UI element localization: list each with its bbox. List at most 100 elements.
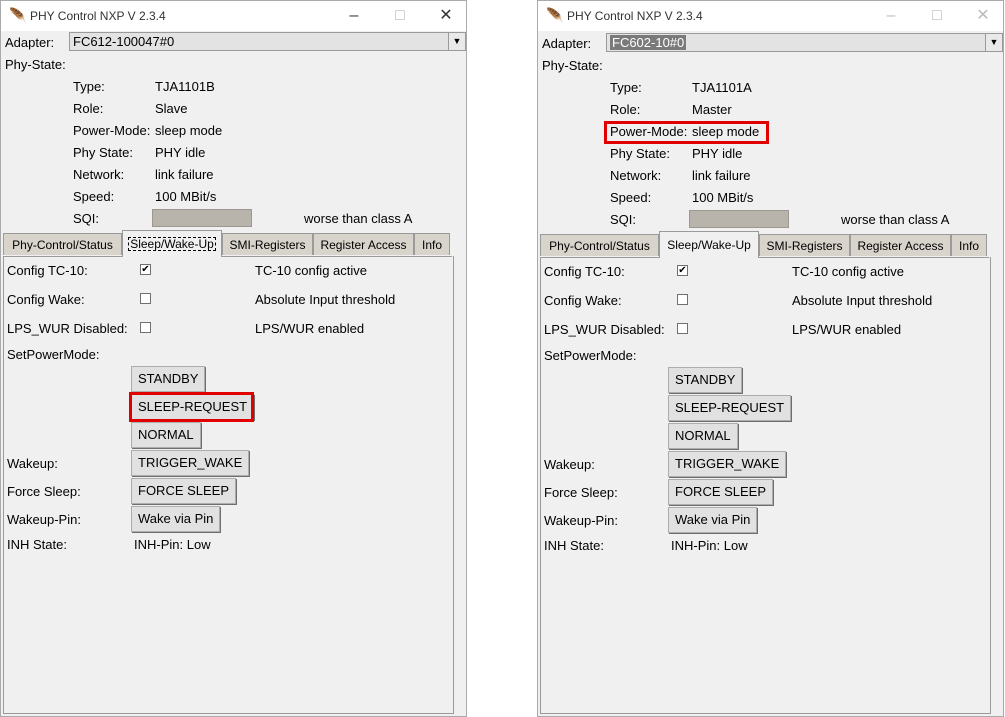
maximize-icon[interactable]: □ [914, 1, 960, 31]
standby-button[interactable]: STANDBY [668, 367, 743, 393]
sqi-bar [152, 209, 252, 227]
wakeup-label: Wakeup: [544, 457, 595, 472]
tab-register-access[interactable]: Register Access [850, 234, 951, 256]
network-label: Network: [73, 167, 125, 182]
title-bar[interactable]: 🪶 PHY Control NXP V 2.3.4 – □ ✕ [1, 1, 466, 31]
sqi-value: worse than class A [841, 212, 950, 227]
type-value: TJA1101A [692, 80, 752, 95]
role-label: Role: [73, 101, 104, 116]
trigger-wake-button[interactable]: TRIGGER_WAKE [131, 450, 250, 476]
speed-value: 100 MBit/s [155, 189, 217, 204]
phy-state-value: PHY idle [155, 145, 206, 160]
network-value: link failure [692, 168, 751, 183]
sqi-value: worse than class A [304, 211, 413, 226]
type-label: Type: [73, 79, 105, 94]
adapter-value: FC602-10#0 [610, 35, 687, 50]
lps-wur-label: LPS_WUR Disabled: [7, 321, 128, 336]
tab-register-access[interactable]: Register Access [313, 233, 414, 255]
config-tc10-status: TC-10 config active [255, 263, 367, 278]
chevron-down-icon[interactable]: ▼ [985, 34, 1002, 51]
adapter-value: FC612-100047#0 [73, 34, 175, 49]
network-label: Network: [610, 168, 662, 183]
config-tc10-status: TC-10 config active [792, 264, 904, 279]
checkmark-icon: ✔ [141, 264, 150, 275]
maximize-icon[interactable]: □ [377, 1, 423, 31]
tab-smi-registers[interactable]: SMI-Registers [222, 233, 313, 255]
sleep-request-button[interactable]: SLEEP-REQUEST [668, 395, 792, 421]
wakeup-pin-label: Wakeup-Pin: [544, 513, 618, 528]
wakeup-label: Wakeup: [7, 456, 58, 471]
power-mode-value: sleep mode [692, 124, 760, 139]
config-wake-status: Absolute Input threshold [792, 293, 933, 308]
config-wake-label: Config Wake: [544, 293, 622, 308]
feather-icon: 🪶 [546, 7, 564, 23]
close-icon[interactable]: ✕ [960, 1, 1005, 31]
standby-button[interactable]: STANDBY [131, 366, 206, 392]
tab-phy-control-status[interactable]: Phy-Control/Status [3, 233, 122, 255]
power-mode-label: Power-Mode: [73, 123, 151, 138]
normal-button[interactable]: NORMAL [668, 423, 738, 449]
inh-state-label: INH State: [544, 538, 604, 553]
lps-wur-label: LPS_WUR Disabled: [544, 322, 665, 337]
lps-wur-checkbox[interactable] [677, 323, 688, 334]
tab-bar: Phy-Control/Status Sleep/Wake-Up SMI-Reg… [3, 230, 452, 257]
wake-via-pin-button[interactable]: Wake via Pin [131, 506, 221, 532]
minimize-icon[interactable]: – [868, 1, 914, 31]
tab-sleep-wake-up[interactable]: Sleep/Wake-Up [122, 230, 222, 257]
phy-state-row-label: Phy State: [610, 146, 670, 161]
network-value: link failure [155, 167, 214, 182]
wakeup-pin-label: Wakeup-Pin: [7, 512, 81, 527]
config-tc10-label: Config TC-10: [544, 264, 625, 279]
phy-control-window-left: 🪶 PHY Control NXP V 2.3.4 – □ ✕ Adapter:… [0, 0, 467, 717]
power-mode-label: Power-Mode: [610, 124, 688, 139]
tab-info[interactable]: Info [951, 234, 987, 256]
normal-button[interactable]: NORMAL [131, 422, 201, 448]
force-sleep-button[interactable]: FORCE SLEEP [668, 479, 774, 505]
feather-icon: 🪶 [9, 7, 27, 23]
adapter-label: Adapter: [5, 35, 55, 50]
chevron-down-icon[interactable]: ▼ [448, 33, 465, 50]
config-wake-checkbox[interactable] [140, 293, 151, 304]
close-icon[interactable]: ✕ [423, 1, 469, 31]
speed-value: 100 MBit/s [692, 190, 754, 205]
minimize-icon[interactable]: – [331, 1, 377, 31]
force-sleep-label: Force Sleep: [7, 484, 81, 499]
type-value: TJA1101B [155, 79, 215, 94]
adapter-select[interactable]: FC612-100047#0 ▼ [69, 32, 466, 51]
set-power-mode-label: SetPowerMode: [7, 347, 100, 362]
inh-state-label: INH State: [7, 537, 67, 552]
speed-label: Speed: [610, 190, 652, 205]
tab-info[interactable]: Info [414, 233, 450, 255]
inh-state-value: INH-Pin: Low [134, 537, 211, 552]
set-power-mode-label: SetPowerMode: [544, 348, 637, 363]
sqi-label: SQI: [610, 212, 637, 227]
trigger-wake-button[interactable]: TRIGGER_WAKE [668, 451, 787, 477]
config-tc10-label: Config TC-10: [7, 263, 88, 278]
title-bar[interactable]: 🪶 PHY Control NXP V 2.3.4 – □ ✕ [538, 1, 1003, 31]
phy-state-label: Phy-State: [542, 58, 603, 73]
type-label: Type: [610, 80, 642, 95]
adapter-select[interactable]: FC602-10#0 ▼ [606, 33, 1003, 52]
phy-control-window-right: 🪶 PHY Control NXP V 2.3.4 – □ ✕ Adapter:… [537, 0, 1004, 717]
tab-sleep-wake-up[interactable]: Sleep/Wake-Up [659, 231, 759, 258]
config-wake-status: Absolute Input threshold [255, 292, 396, 307]
force-sleep-label: Force Sleep: [544, 485, 618, 500]
speed-label: Speed: [73, 189, 115, 204]
phy-state-label: Phy-State: [5, 57, 66, 72]
config-wake-checkbox[interactable] [677, 294, 688, 305]
role-value: Slave [155, 101, 188, 116]
lps-wur-checkbox[interactable] [140, 322, 151, 333]
tab-smi-registers[interactable]: SMI-Registers [759, 234, 850, 256]
sqi-label: SQI: [73, 211, 100, 226]
lps-wur-status: LPS/WUR enabled [255, 321, 365, 336]
role-label: Role: [610, 102, 641, 117]
config-tc10-checkbox[interactable]: ✔ [677, 265, 688, 276]
adapter-label: Adapter: [542, 36, 592, 51]
power-mode-value: sleep mode [155, 123, 223, 138]
force-sleep-button[interactable]: FORCE SLEEP [131, 478, 237, 504]
config-tc10-checkbox[interactable]: ✔ [140, 264, 151, 275]
tab-phy-control-status[interactable]: Phy-Control/Status [540, 234, 659, 256]
lps-wur-status: LPS/WUR enabled [792, 322, 902, 337]
wake-via-pin-button[interactable]: Wake via Pin [668, 507, 758, 533]
sleep-request-button[interactable]: SLEEP-REQUEST [131, 394, 255, 420]
